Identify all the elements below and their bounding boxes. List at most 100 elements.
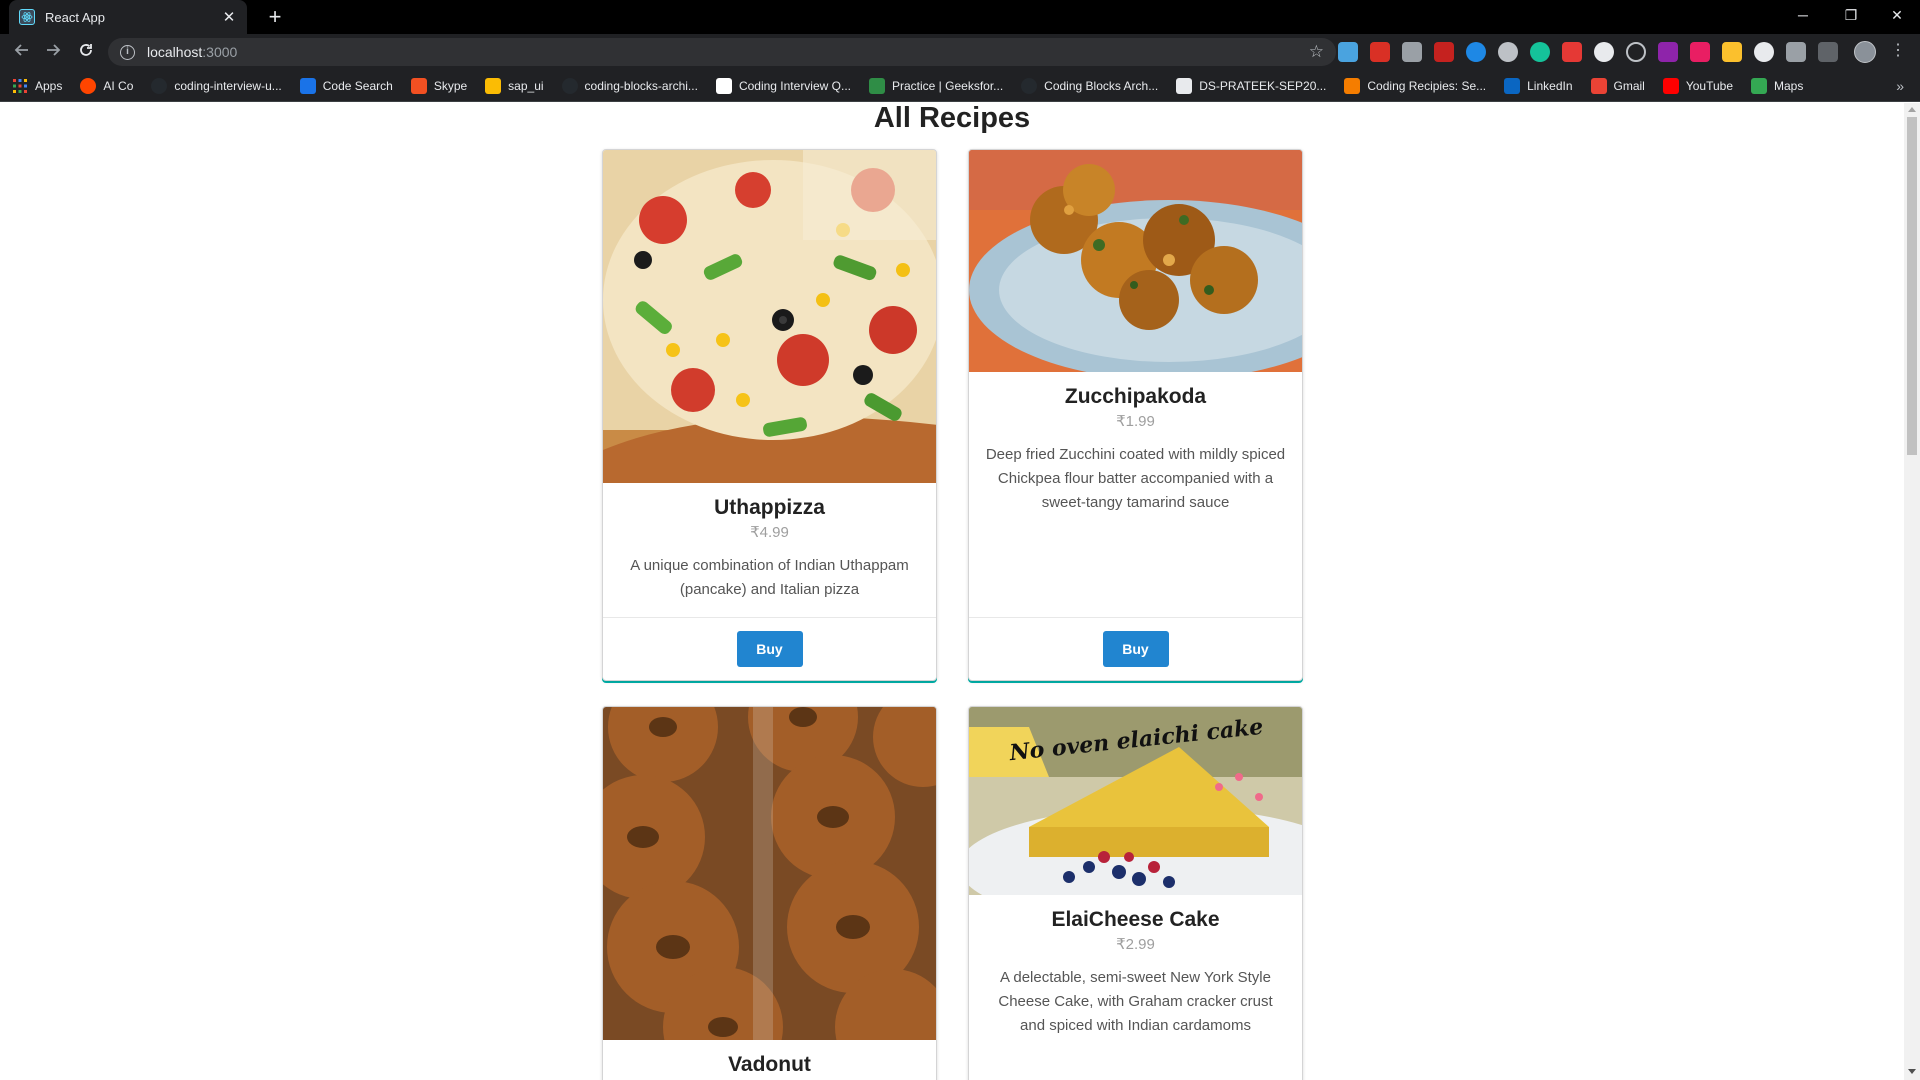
browser-toolbar: i localhost :3000 ☆ ⋮ bbox=[0, 34, 1920, 70]
bookmark-label: Coding Interview Q... bbox=[738, 78, 851, 93]
bookmark-item[interactable]: Apps bbox=[12, 78, 62, 94]
bookmark-label: Code Search bbox=[322, 78, 393, 93]
grammarly-icon[interactable] bbox=[1530, 42, 1550, 62]
bookmark-item[interactable]: LinkedIn bbox=[1504, 77, 1573, 94]
recipe-name: Vadonut bbox=[728, 1053, 811, 1076]
reading-list-icon[interactable] bbox=[1818, 42, 1838, 62]
tab-close-icon[interactable]: ✕ bbox=[221, 8, 237, 26]
gmail-icon bbox=[1590, 77, 1607, 94]
extensions-area bbox=[1338, 42, 1850, 62]
site-info-icon[interactable]: i bbox=[120, 44, 135, 60]
bookmark-label: coding-interview-u... bbox=[174, 78, 282, 93]
url-host: localhost bbox=[147, 44, 203, 60]
bookmark-label: Skype bbox=[433, 78, 468, 93]
bookmark-item[interactable]: AI Co bbox=[80, 77, 134, 94]
bookmark-item[interactable]: YouTube bbox=[1662, 77, 1733, 94]
geeksforgeeks-icon bbox=[869, 77, 885, 94]
recipe-card-vadonut: Vadonut bbox=[602, 706, 937, 1080]
scroll-up-arrow-icon[interactable] bbox=[1908, 107, 1916, 112]
bookmark-label: coding-blocks-archi... bbox=[584, 78, 698, 93]
bookmark-item[interactable]: Coding Recipies: Se... bbox=[1344, 77, 1487, 94]
bookmark-item[interactable]: Code Search bbox=[299, 77, 393, 94]
minimize-button[interactable]: ─ bbox=[1780, 0, 1826, 30]
extension-icon[interactable] bbox=[1498, 42, 1518, 62]
bookmark-label: DS-PRATEEK-SEP20... bbox=[1199, 78, 1327, 93]
card-footer: Buy bbox=[969, 617, 1302, 680]
recipe-name: Uthappizza bbox=[714, 496, 825, 519]
recipe-price: ₹1.99 bbox=[1116, 413, 1155, 430]
extension-icon[interactable] bbox=[1594, 42, 1614, 62]
page-title: All Recipes bbox=[873, 103, 1031, 134]
extension-icon[interactable] bbox=[1434, 42, 1454, 62]
restore-button[interactable]: ❐ bbox=[1828, 0, 1874, 30]
bookmark-label: Practice | Geeksfor... bbox=[892, 78, 1004, 93]
new-tab-button[interactable]: + bbox=[262, 4, 288, 30]
extension-icon[interactable] bbox=[1402, 42, 1422, 62]
bookmark-label: Maps bbox=[1774, 78, 1804, 93]
bookmark-item[interactable]: coding-interview-u... bbox=[151, 77, 282, 94]
extension-icon[interactable] bbox=[1562, 42, 1582, 62]
bookmark-label: Gmail bbox=[1613, 78, 1645, 93]
bookmark-label: sap_ui bbox=[508, 78, 544, 93]
address-bar[interactable]: i localhost :3000 ☆ bbox=[108, 38, 1336, 66]
bookmark-item[interactable]: sap_ui bbox=[485, 77, 544, 94]
extension-icon[interactable] bbox=[1722, 42, 1742, 62]
image-icon bbox=[1176, 77, 1193, 94]
bookmark-item[interactable]: Coding Blocks Arch... bbox=[1021, 77, 1158, 94]
scrollbar-thumb[interactable] bbox=[1907, 117, 1917, 455]
buy-button[interactable]: Buy bbox=[1102, 631, 1169, 667]
bookmark-label: AI Co bbox=[103, 78, 134, 93]
extension-icon[interactable] bbox=[1754, 42, 1774, 62]
buy-button[interactable]: Buy bbox=[736, 631, 803, 667]
extension-icon[interactable] bbox=[1370, 42, 1390, 62]
linkedin-icon bbox=[1504, 77, 1521, 94]
reload-icon[interactable] bbox=[73, 39, 99, 65]
pizza-photo bbox=[603, 150, 936, 483]
bookmark-item[interactable]: coding-blocks-archi... bbox=[561, 77, 698, 94]
recipe-card-zucchipakoda: Zucchipakoda ₹1.99 Deep fried Zucchini c… bbox=[968, 149, 1303, 681]
bookmarks-overflow-icon[interactable]: » bbox=[1896, 78, 1904, 94]
forward-arrow-icon[interactable] bbox=[40, 39, 66, 65]
back-arrow-icon[interactable] bbox=[9, 39, 35, 65]
bookmark-item[interactable]: Practice | Geeksfor... bbox=[869, 77, 1004, 94]
page-viewport: All Recipes Uthappizza ₹4.99 A unique co… bbox=[0, 103, 1904, 1080]
bookmarks-bar: Apps AI Co coding-interview-u... Code Searc… bbox=[0, 70, 1920, 102]
vertical-scrollbar[interactable] bbox=[1904, 103, 1920, 1080]
recipe-price: ₹4.99 bbox=[750, 524, 789, 541]
bookmark-label: YouTube bbox=[1685, 78, 1733, 93]
puzzle-extensions-icon[interactable] bbox=[1786, 42, 1806, 62]
bookmark-item[interactable]: Skype bbox=[410, 77, 468, 94]
more-menu-icon[interactable]: ⋮ bbox=[1890, 40, 1906, 60]
folder-icon bbox=[485, 77, 502, 94]
extension-icon[interactable] bbox=[1338, 42, 1358, 62]
github-icon bbox=[1021, 77, 1038, 94]
browser-tab-strip: React App ✕ + ─ ❐ ✕ bbox=[0, 0, 1920, 34]
extension-icon[interactable] bbox=[1466, 42, 1486, 62]
bookmark-star-icon[interactable]: ☆ bbox=[1309, 42, 1324, 62]
card-footer: Buy bbox=[603, 617, 936, 680]
scroll-down-arrow-icon[interactable] bbox=[1908, 1069, 1916, 1074]
bookmark-item[interactable]: Gmail bbox=[1590, 77, 1645, 94]
extension-icon[interactable] bbox=[1626, 42, 1646, 62]
profile-avatar[interactable] bbox=[1854, 41, 1876, 63]
url-port: :3000 bbox=[202, 44, 238, 60]
bookmark-label: Coding Recipies: Se... bbox=[1367, 78, 1487, 93]
recipe-name: ElaiCheese Cake bbox=[1051, 908, 1220, 931]
recipe-description: A delectable, semi-sweet New York Style … bbox=[998, 969, 1273, 1034]
pocket-icon[interactable] bbox=[1690, 42, 1710, 62]
recipe-price: ₹2.99 bbox=[1116, 936, 1155, 953]
code-search-icon bbox=[299, 77, 316, 94]
extension-icon[interactable] bbox=[1658, 42, 1678, 62]
tab-react-app[interactable]: React App ✕ bbox=[9, 0, 247, 34]
bookmark-item[interactable]: Maps bbox=[1751, 77, 1804, 94]
window-close-button[interactable]: ✕ bbox=[1874, 0, 1920, 30]
bookmark-item[interactable]: DS-PRATEEK-SEP20... bbox=[1176, 77, 1327, 94]
maps-icon bbox=[1751, 77, 1767, 94]
youtube-icon bbox=[1662, 77, 1679, 94]
recipe-description: Deep fried Zucchini coated with mildly s… bbox=[985, 446, 1286, 511]
pakoda-photo bbox=[969, 150, 1302, 372]
recipe-card-elaicheese-cake: No oven elaichi cake ElaiCheese Cake ₹2.… bbox=[968, 706, 1303, 1080]
bookmark-item[interactable]: Coding Interview Q... bbox=[715, 77, 851, 94]
donut-photo bbox=[603, 707, 936, 1040]
recipe-card-uthappizza: Uthappizza ₹4.99 A unique combination of… bbox=[602, 149, 937, 681]
